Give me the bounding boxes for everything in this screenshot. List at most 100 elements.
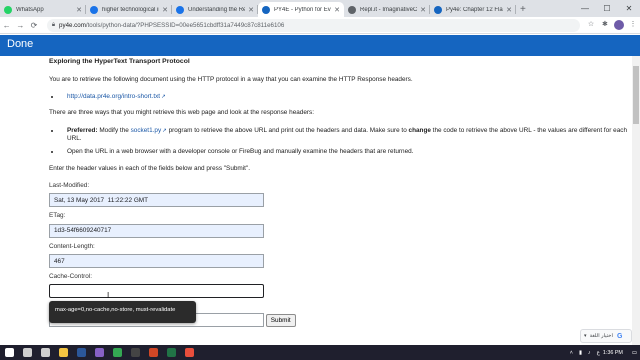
cache-control-input[interactable] [49, 284, 264, 299]
document-link-item: http://data.pr4e.org/intro-short.txt↗ [61, 93, 629, 101]
tab-separator [515, 5, 516, 14]
browser-toolbar: ← → ⟳ 🔒︎ py4e.com /tools/python-data/?PH… [0, 17, 640, 34]
document-link-list: http://data.pr4e.org/intro-short.txt↗ [61, 93, 629, 101]
scrollbar-thumb[interactable] [633, 66, 639, 124]
text-cursor-icon: I [107, 291, 110, 300]
document-link[interactable]: http://data.pr4e.org/intro-short.txt [67, 93, 160, 100]
terminal-icon[interactable] [126, 345, 144, 360]
window-controls: — ☐ ✕ [574, 0, 640, 17]
file-explorer-icon-glyph [58, 348, 68, 357]
main-content: Exploring the HyperText Transport Protoc… [49, 58, 629, 332]
toolbar-actions: ☆ ✱ ⋮ [584, 20, 640, 30]
back-icon[interactable]: ← [0, 21, 14, 30]
translate-label: اختيار اللغة [589, 333, 613, 339]
browser-tab[interactable]: Repl.it - ImaginativeCl ✕ [344, 2, 430, 17]
tab-close-icon[interactable]: ✕ [334, 6, 340, 14]
tab-favicon-icon [262, 5, 270, 14]
submit-button[interactable]: Submit [265, 313, 296, 327]
powerpoint-icon-glyph [148, 348, 158, 357]
task-view-icon-glyph [40, 348, 50, 357]
list-item-preferred: Preferred: Modify the socket1.py↗ progra… [61, 127, 629, 144]
excel-icon-glyph [166, 348, 176, 357]
new-tab-button[interactable]: + [520, 2, 526, 17]
language-indicator[interactable]: ع [597, 350, 600, 356]
menu-icon[interactable]: ⋮ [626, 20, 640, 30]
tab-title: higher technological in [102, 6, 160, 13]
volume-icon[interactable]: ♪ [588, 350, 591, 356]
excel-icon[interactable] [162, 345, 180, 360]
autocomplete-suggestion[interactable]: max-age=0,no-cache,no-store, must-revali… [49, 301, 196, 323]
profile-avatar[interactable] [613, 20, 624, 30]
address-domain: py4e.com [59, 21, 86, 29]
bullet1-pre: Modify the [97, 126, 131, 134]
address-bar[interactable]: 🔒︎ py4e.com /tools/python-data/?PHPSESSI… [46, 18, 580, 32]
network-icon[interactable]: ▮ [579, 350, 582, 356]
visual-studio-icon[interactable] [90, 345, 108, 360]
etag-label: ETag: [49, 212, 66, 220]
app-header: Done [0, 35, 640, 56]
task-view-icon[interactable] [36, 345, 54, 360]
ways-list: Preferred: Modify the socket1.py↗ progra… [61, 127, 629, 157]
system-tray: ˄ ▮ ♪ ع 1:36 PM ▭ [567, 345, 640, 360]
bullet1-mid: program to retrieve the above URL and pr… [166, 126, 409, 134]
tab-title: PY4E - Python for Every [274, 6, 331, 13]
page-title: Exploring the HyperText Transport Protoc… [49, 58, 190, 65]
list-item-browser: Open the URL in a web browser with a dev… [61, 148, 629, 156]
tab-favicon-icon [348, 5, 356, 14]
last-modified-input[interactable] [49, 193, 264, 208]
socket-link[interactable]: socket1.py [131, 127, 162, 134]
app-icon[interactable] [180, 345, 198, 360]
windows-start-icon[interactable] [0, 345, 18, 360]
tab-title: Repl.it - ImaginativeCl [360, 6, 418, 13]
reload-icon[interactable]: ⟳ [27, 21, 41, 30]
browser-tab[interactable]: WhatsApp ✕ [0, 2, 86, 17]
tab-favicon-icon [176, 5, 184, 14]
tab-close-icon[interactable]: ✕ [248, 6, 254, 14]
address-path: /tools/python-data/?PHPSESSID=00ee5651cb… [85, 21, 285, 29]
preferred-label: Preferred: [67, 126, 98, 134]
instructions-text: Enter the header values in each of the f… [49, 164, 250, 172]
extensions-icon[interactable]: ✱ [598, 20, 612, 30]
browser-tab[interactable]: PY4E - Python for Every✕ [258, 2, 344, 17]
minimize-button[interactable]: — [574, 0, 596, 17]
cache-control-label: Cache-Control: [49, 273, 92, 281]
chrome-icon-glyph [112, 348, 122, 357]
windows-start-icon-glyph [4, 348, 14, 357]
notification-icon[interactable]: ▭ [632, 350, 637, 356]
visual-studio-icon-glyph [94, 348, 104, 357]
word-icon[interactable] [72, 345, 90, 360]
search-icon[interactable] [18, 345, 36, 360]
close-window-button[interactable]: ✕ [618, 0, 640, 17]
browser-tab[interactable]: Py4e: Chapter 12 Flash ✕ [430, 2, 516, 17]
taskbar-apps [0, 345, 198, 360]
tab-title: WhatsApp [16, 6, 44, 13]
content-length-input[interactable] [49, 254, 264, 269]
tab-close-icon[interactable]: ✕ [420, 6, 426, 14]
content-length-label: Content-Length: [49, 242, 95, 250]
browser-tab[interactable]: higher technological in ✕ [86, 2, 172, 17]
page-scrollbar[interactable] [632, 56, 640, 346]
chrome-icon[interactable] [108, 345, 126, 360]
tab-close-icon[interactable]: ✕ [162, 6, 168, 14]
tab-close-icon[interactable]: ✕ [76, 6, 82, 14]
forward-icon[interactable]: → [14, 21, 28, 30]
clock-time: 1:36 PM [602, 349, 623, 356]
last-modified-label: Last-Modified: [49, 182, 90, 190]
lock-icon[interactable]: 🔒︎ [52, 22, 55, 29]
intro-text: You are to retrieve the following docume… [49, 75, 413, 83]
tab-title: Understanding the Req [188, 6, 246, 13]
file-explorer-icon[interactable] [54, 345, 72, 360]
clock[interactable]: 1:36 PM [603, 350, 623, 356]
tab-favicon-icon [434, 5, 442, 14]
maximize-button[interactable]: ☐ [596, 0, 618, 17]
ways-intro-text: There are three ways that you might retr… [49, 109, 315, 117]
translate-widget[interactable]: ▾ اختيار اللغة G [580, 329, 632, 343]
app-icon-glyph [184, 348, 194, 357]
done-button[interactable]: Done [7, 38, 33, 50]
browser-tab[interactable]: Understanding the Req ✕ [172, 2, 258, 17]
tab-close-icon[interactable]: ✕ [506, 6, 512, 14]
powerpoint-icon[interactable] [144, 345, 162, 360]
chevron-up-icon[interactable]: ˄ [570, 350, 573, 356]
etag-input[interactable] [49, 223, 264, 238]
star-icon[interactable]: ☆ [584, 20, 598, 30]
